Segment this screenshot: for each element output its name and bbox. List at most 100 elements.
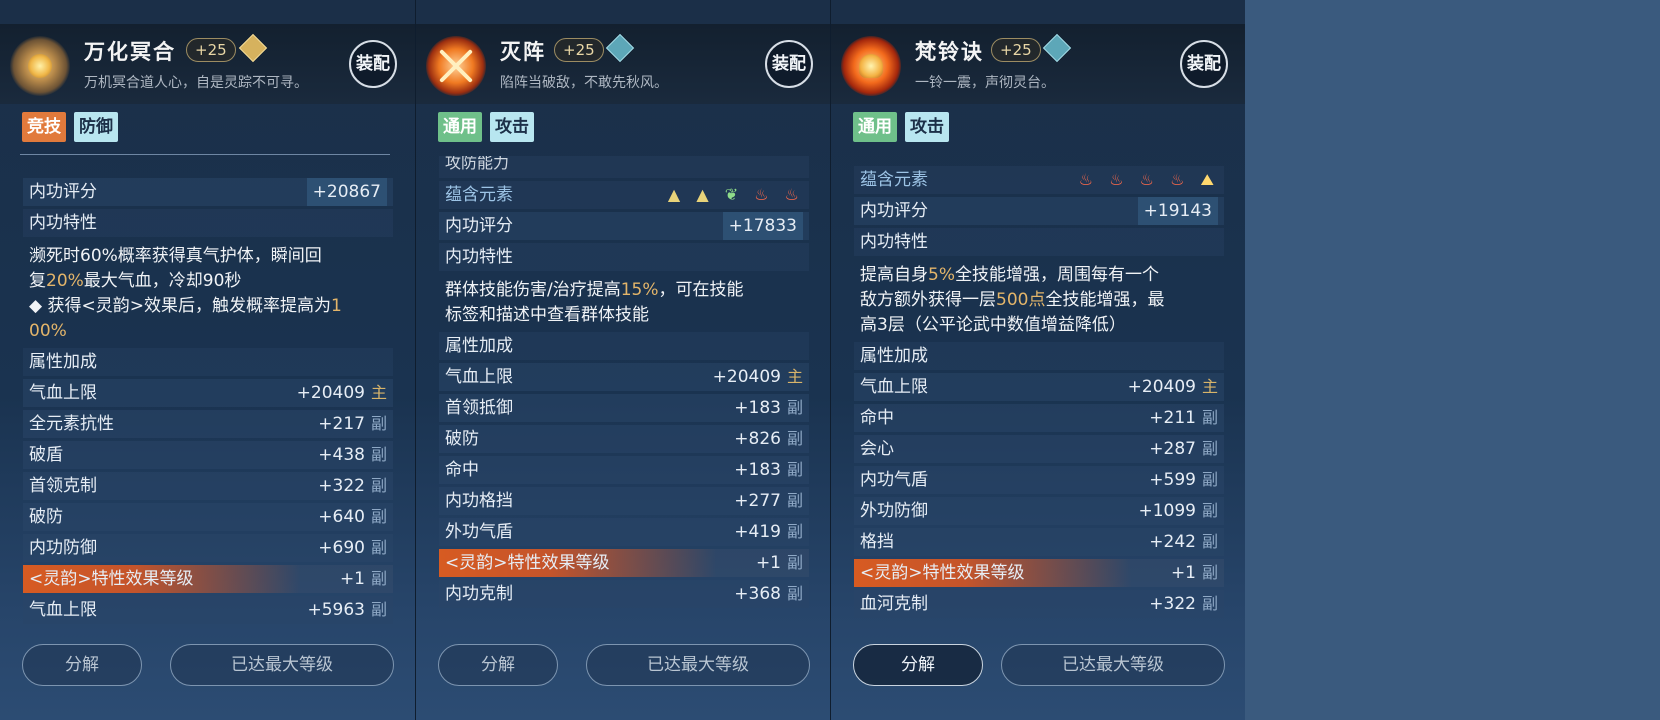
- panel-header: 梵铃诀 +25 一铃一震，声彻灵台。 装配: [831, 24, 1246, 104]
- crossed-swords-icon: [426, 36, 486, 96]
- element-icons: ♨ ♨ ♨ ♨ ⛰: [1068, 166, 1214, 194]
- stat-list: 内功评分 +20867 内功特性 濒死时60%概率获得真气护体，瞬间回 复20%…: [23, 178, 393, 627]
- divider: [20, 154, 390, 155]
- tag-attack: 攻击: [490, 112, 534, 142]
- sub-stat-icon: 副: [370, 569, 387, 588]
- lock-icon[interactable]: [1042, 33, 1072, 63]
- skill-subtitle: 一铃一震，声彻灵台。: [915, 75, 1055, 91]
- decompose-button[interactable]: 分解: [438, 644, 558, 686]
- sub-stat-icon: 副: [1201, 563, 1218, 582]
- panel-header: 万化冥合 +25 万机冥合道人心，自是灵踪不可寻。 装配: [0, 24, 415, 104]
- level-badge: +25: [186, 38, 236, 62]
- trait-header: 内功特性: [854, 228, 1224, 256]
- skill-title: 万化冥合: [84, 40, 176, 64]
- triangle-element-icon: ▲: [667, 185, 681, 204]
- sub-stat-icon: 副: [1201, 501, 1218, 520]
- tag-general: 通用: [438, 112, 482, 142]
- sub-stat-icon: 副: [786, 491, 803, 510]
- attr-row: 气血上限 +20409 主: [854, 373, 1224, 401]
- sub-stat-icon: 副: [786, 584, 803, 603]
- trait-line: 00%: [29, 321, 67, 341]
- attr-header: 属性加成: [23, 348, 393, 376]
- attr-row: 格挡 +242 副: [854, 528, 1224, 556]
- decompose-button[interactable]: 分解: [22, 644, 142, 686]
- attr-row: 气血上限 +5963 副: [23, 596, 393, 624]
- sub-stat-icon: 副: [370, 476, 387, 495]
- bell-emblem-icon: [841, 36, 901, 96]
- score-value: +20867: [306, 178, 387, 206]
- fire-element-icon: ♨: [784, 185, 799, 204]
- sub-stat-icon: 副: [370, 414, 387, 433]
- skill-subtitle: 陷阵当破敌，不敢先秋风。: [500, 75, 668, 91]
- fire-element-icon: ♨: [1139, 170, 1155, 189]
- level-badge: +25: [991, 38, 1041, 62]
- attr-row-highlighted: <灵韵>特性效果等级 +1 副: [854, 559, 1224, 587]
- attr-label: 属性加成: [29, 352, 97, 372]
- trait-header: 内功特性: [439, 243, 809, 271]
- panel-header: 灭阵 +25 陷阵当破敌，不敢先秋风。 装配: [416, 24, 831, 104]
- skill-title: 灭阵: [500, 40, 546, 64]
- attr-row: 破盾 +438 副: [23, 441, 393, 469]
- equip-button[interactable]: 装配: [349, 40, 397, 88]
- element-row: 蕴含元素 ♨ ♨ ♨ ♨ ⛰: [854, 166, 1224, 194]
- skill-title: 梵铃诀: [915, 40, 984, 64]
- tag-defense: 防御: [74, 112, 118, 142]
- score-row: 内功评分 +17833: [439, 212, 809, 240]
- attr-row: 命中 +211 副: [854, 404, 1224, 432]
- level-badge: +25: [554, 38, 604, 62]
- attr-row: 外功防御 +1099 副: [854, 497, 1224, 525]
- fire-element-icon: ♨: [1109, 170, 1124, 189]
- element-label: 蕴含元素: [860, 170, 928, 190]
- max-level-button[interactable]: 已达最大等级: [586, 644, 810, 686]
- sub-stat-icon: 副: [786, 429, 803, 448]
- skill-panel-2: 灭阵 +25 陷阵当破敌，不敢先秋风。 装配 通用 攻击 攻防能力 蕴含元素 ▲…: [415, 0, 831, 720]
- score-label: 内功评分: [29, 182, 97, 202]
- trait-label: 内功特性: [860, 232, 928, 252]
- stat-list: 蕴含元素 ♨ ♨ ♨ ♨ ⛰ 内功评分 +19143 内功特性 提高自身5%全技…: [854, 166, 1224, 621]
- attr-label: 属性加成: [860, 346, 928, 366]
- attr-row: 内功格挡 +277 副: [439, 487, 809, 515]
- attr-row: 外功气盾 +419 副: [439, 518, 809, 546]
- attr-row: 会心 +287 副: [854, 435, 1224, 463]
- trait-line: ◆ 获得<灵韵>效果后，触发概率提高为1: [29, 296, 342, 316]
- sub-stat-icon: 副: [786, 460, 803, 479]
- trait-label: 内功特性: [445, 247, 513, 267]
- attr-row-highlighted: <灵韵>特性效果等级 +1 副: [23, 565, 393, 593]
- max-level-button[interactable]: 已达最大等级: [1001, 644, 1225, 686]
- lock-icon[interactable]: [605, 33, 635, 63]
- sub-stat-icon: 副: [1201, 532, 1218, 551]
- fire-element-icon: ♨: [754, 185, 769, 204]
- fire-element-icon: ♨: [1170, 170, 1185, 189]
- max-level-button[interactable]: 已达最大等级: [170, 644, 394, 686]
- equip-button[interactable]: 装配: [765, 40, 813, 88]
- trait-line: 复20%最大气血，冷却90秒: [29, 271, 242, 291]
- sub-stat-icon: 副: [1201, 470, 1218, 489]
- leaf-element-icon: ❦: [724, 185, 739, 204]
- empty-background: [1245, 0, 1660, 720]
- attr-header: 属性加成: [439, 332, 809, 360]
- trait-line: 标签和描述中查看群体技能: [445, 305, 649, 325]
- attr-row: 全元素抗性 +217 副: [23, 410, 393, 438]
- trait-line: 濒死时60%概率获得真气护体，瞬间回: [29, 246, 322, 266]
- attr-row: 血河克制 +322 副: [854, 590, 1224, 618]
- trait-description: 濒死时60%概率获得真气护体，瞬间回 复20%最大气血，冷却90秒 ◆ 获得<灵…: [23, 240, 393, 348]
- main-stat-icon: 主: [1201, 377, 1218, 396]
- trait-description: 提高自身5%全技能增强，周围每有一个 敌方额外获得一层500点全技能增强，最 高…: [854, 259, 1224, 342]
- trait-line: 提高自身5%全技能增强，周围每有一个: [860, 265, 1159, 285]
- score-row: 内功评分 +19143: [854, 197, 1224, 225]
- stat-list: 攻防能力 蕴含元素 ▲ ▲ ❦ ♨ ♨ 内功评分 +17833 内功特性 群体技…: [439, 156, 809, 611]
- lock-icon[interactable]: [238, 33, 268, 63]
- cut-off-row: 攻防能力: [439, 156, 809, 178]
- tag-pvp: 竞技: [22, 112, 66, 142]
- sub-stat-icon: 副: [370, 600, 387, 619]
- fire-element-icon: ♨: [1078, 170, 1094, 189]
- attr-row: 破防 +640 副: [23, 503, 393, 531]
- skill-subtitle: 万机冥合道人心，自是灵踪不可寻。: [84, 75, 308, 91]
- attr-row: 内功防御 +690 副: [23, 534, 393, 562]
- tag-attack: 攻击: [905, 112, 949, 142]
- trait-line: 群体技能伤害/治疗提高15%，可在技能: [445, 280, 744, 300]
- equip-button[interactable]: 装配: [1180, 40, 1228, 88]
- decompose-button[interactable]: 分解: [853, 644, 983, 686]
- attr-row: 破防 +826 副: [439, 425, 809, 453]
- attr-row: 气血上限 +20409 主: [23, 379, 393, 407]
